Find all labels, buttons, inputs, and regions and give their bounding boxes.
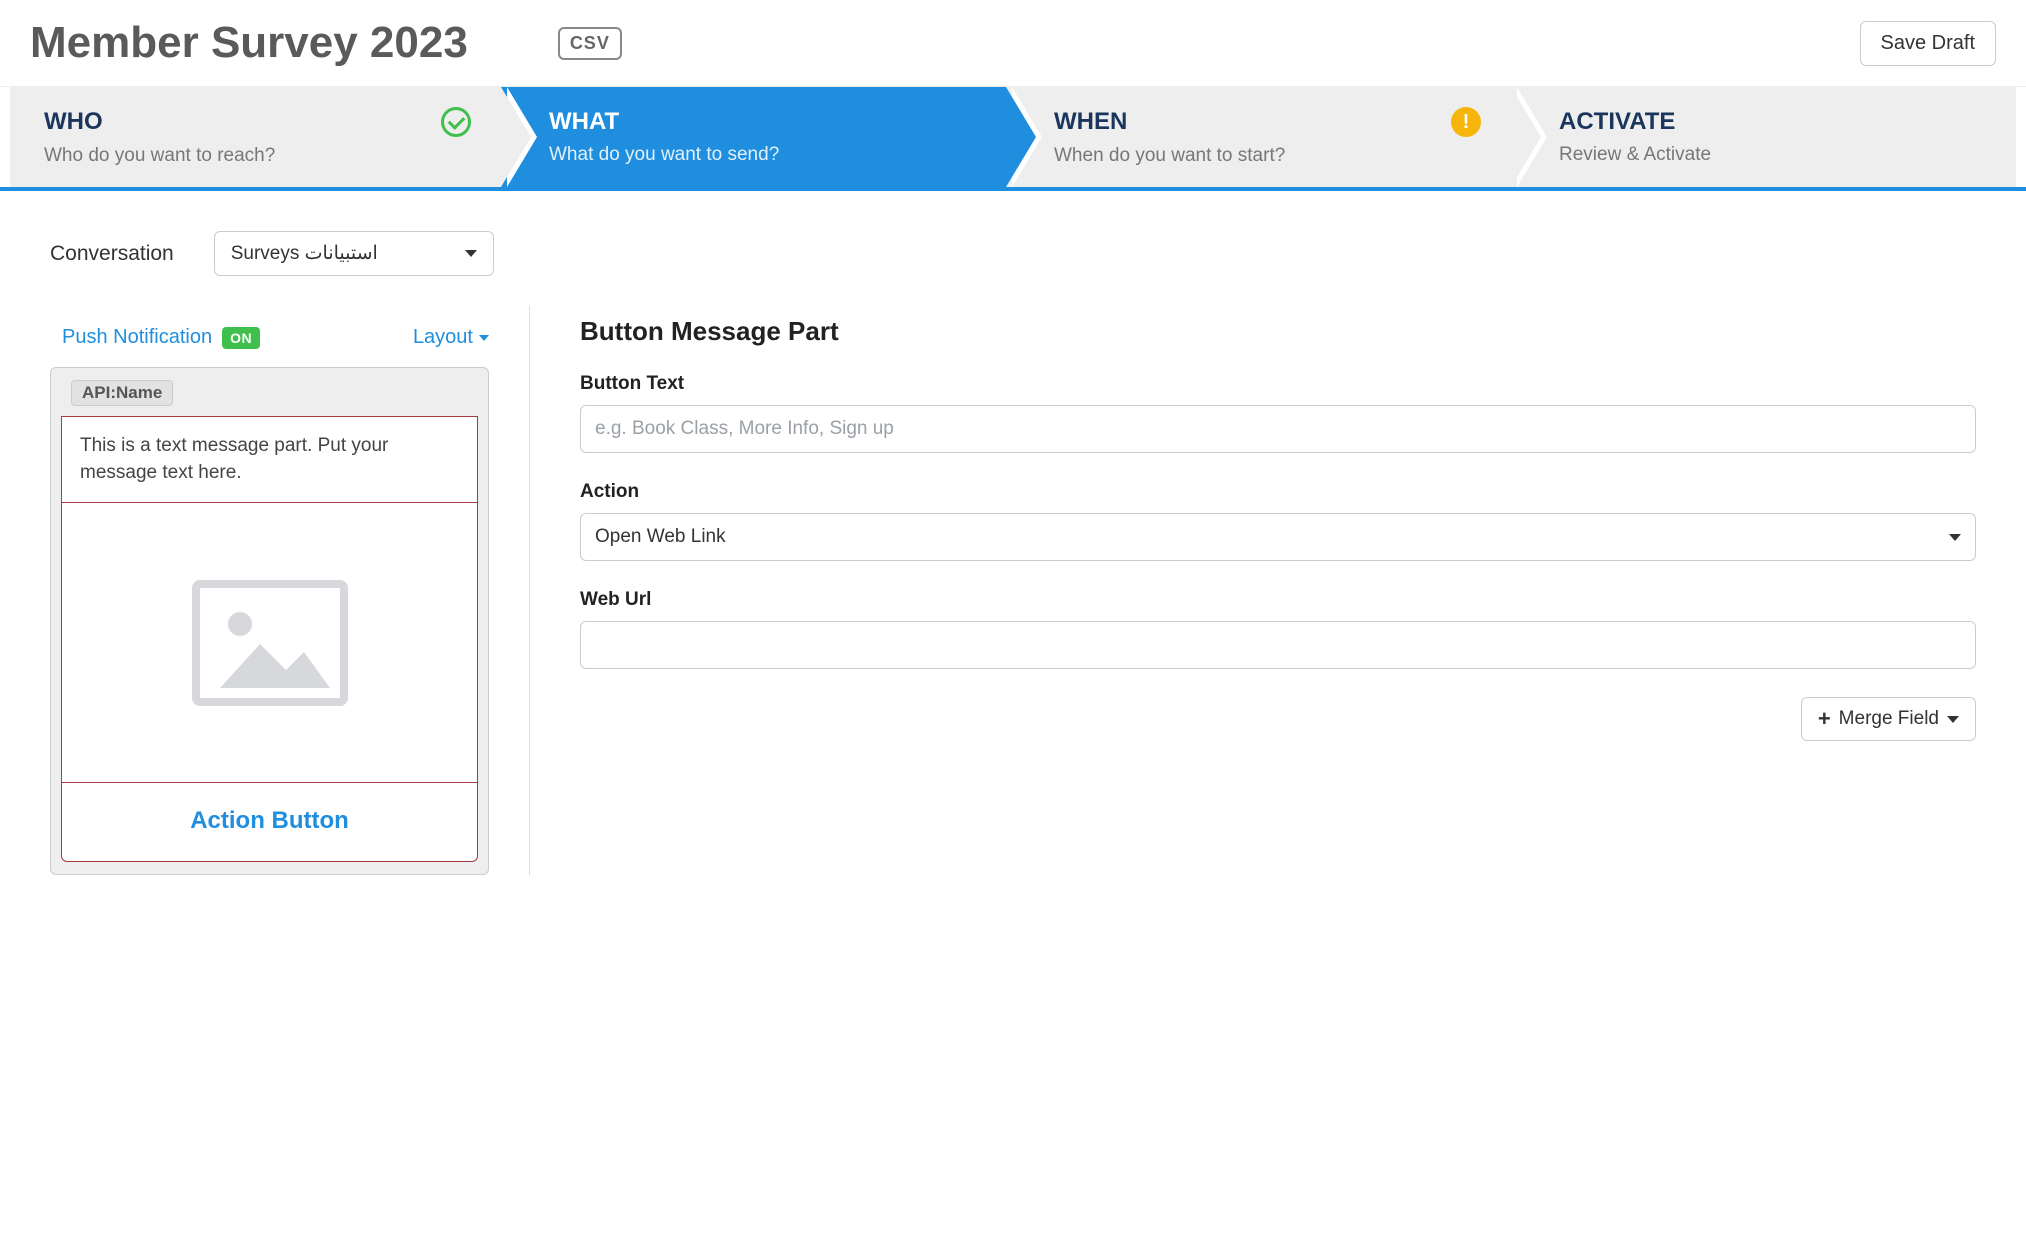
- conversation-select[interactable]: Surveys استبيانات: [214, 231, 494, 276]
- message-preview-card: API:Name This is a text message part. Pu…: [50, 367, 489, 875]
- plus-icon: +: [1818, 708, 1831, 730]
- action-label: Action: [580, 481, 1976, 503]
- form-column: Button Message Part Button Text Action O…: [530, 306, 1976, 875]
- action-select[interactable]: Open Web Link: [580, 513, 1976, 561]
- button-text-field: Button Text: [580, 373, 1976, 453]
- action-selected: Open Web Link: [595, 526, 726, 548]
- step-subtitle: Who do you want to reach?: [44, 145, 471, 167]
- button-text-input[interactable]: [580, 405, 1976, 453]
- merge-field-label: Merge Field: [1839, 708, 1939, 730]
- preview-column: Push Notification ON Layout API:Name Thi…: [50, 306, 530, 875]
- image-placeholder-icon: [190, 578, 350, 708]
- button-message-part[interactable]: Action Button: [62, 783, 477, 861]
- web-url-input[interactable]: [580, 621, 1976, 669]
- step-title: WHEN: [1054, 108, 1127, 136]
- action-button-label: Action Button: [190, 807, 349, 834]
- page-header: Member Survey 2023 CSV Save Draft: [0, 0, 2026, 87]
- conversation-label: Conversation: [50, 242, 174, 266]
- chevron-down-icon: [479, 335, 489, 341]
- chevron-down-icon: [1949, 534, 1961, 541]
- step-when[interactable]: WHEN ! When do you want to start?: [1006, 87, 1511, 187]
- button-text-label: Button Text: [580, 373, 1976, 395]
- web-url-label: Web Url: [580, 589, 1976, 611]
- check-circle-icon: [441, 107, 471, 137]
- step-subtitle: Review & Activate: [1559, 144, 1986, 166]
- step-title: WHAT: [549, 108, 619, 136]
- api-name-badge[interactable]: API:Name: [71, 380, 173, 406]
- merge-field-button[interactable]: + Merge Field: [1801, 697, 1976, 741]
- conversation-row: Conversation Surveys استبيانات: [0, 191, 2026, 296]
- step-subtitle: What do you want to send?: [549, 144, 976, 166]
- panel-title: Button Message Part: [580, 316, 1976, 347]
- layout-dropdown[interactable]: Layout: [413, 326, 489, 349]
- text-message-part[interactable]: This is a text message part. Put your me…: [62, 417, 477, 503]
- conversation-selected: Surveys استبيانات: [231, 242, 378, 265]
- save-draft-button[interactable]: Save Draft: [1860, 21, 1996, 66]
- push-notification-link[interactable]: Push Notification: [62, 326, 212, 349]
- page-title: Member Survey 2023: [30, 18, 468, 68]
- push-on-badge: ON: [222, 327, 260, 349]
- step-subtitle: When do you want to start?: [1054, 145, 1481, 167]
- action-field: Action Open Web Link: [580, 481, 1976, 561]
- chevron-down-icon: [1947, 716, 1959, 723]
- step-activate[interactable]: ACTIVATE Review & Activate: [1511, 87, 2016, 187]
- step-nav: WHO Who do you want to reach? WHAT What …: [0, 87, 2026, 191]
- warning-circle-icon: !: [1451, 107, 1481, 137]
- main-area: Push Notification ON Layout API:Name Thi…: [0, 296, 2026, 915]
- step-what[interactable]: WHAT What do you want to send?: [501, 87, 1006, 187]
- image-message-part[interactable]: [62, 503, 477, 783]
- web-url-field: Web Url: [580, 589, 1976, 669]
- csv-button[interactable]: CSV: [558, 27, 622, 60]
- step-title: ACTIVATE: [1559, 108, 1675, 136]
- chevron-down-icon: [465, 250, 477, 257]
- step-who[interactable]: WHO Who do you want to reach?: [10, 87, 501, 187]
- layout-label: Layout: [413, 326, 473, 349]
- step-title: WHO: [44, 108, 103, 136]
